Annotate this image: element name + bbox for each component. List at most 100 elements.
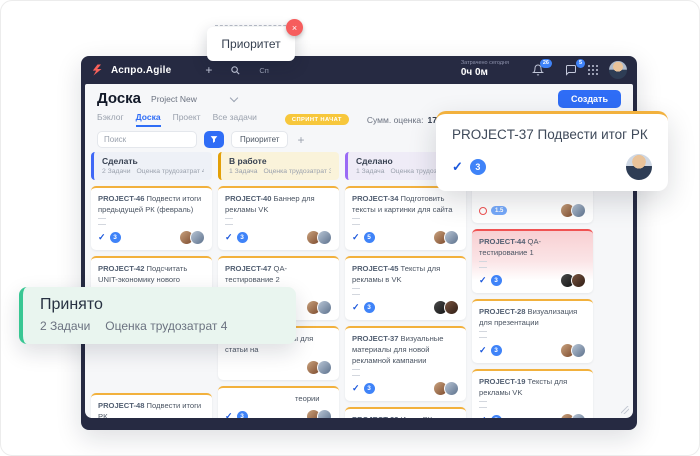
task-footer: ✓ 3 xyxy=(225,409,332,418)
task-id: PROJECT-23 xyxy=(352,415,398,418)
add-filter-button[interactable]: + xyxy=(297,134,304,146)
task-footer: ✓ 3 xyxy=(479,273,586,288)
task-card[interactable]: PROJECT-48 Подвести итоги РК✓3 xyxy=(91,393,212,418)
create-button[interactable]: Создать xyxy=(557,90,621,108)
checklist-count-badge: 5 xyxy=(490,415,502,418)
task-footer: ✓ 3 xyxy=(352,300,459,315)
priority-tooltip: Приоритет × xyxy=(207,19,303,61)
task-card[interactable]: PROJECT-44 QA-тестирование 1 ✓ 3 xyxy=(472,229,593,293)
time-tracker[interactable]: Затрачено сегодня 0ч 0м xyxy=(461,60,509,79)
task-title: PROJECT-28 Визуализация для презентации xyxy=(479,307,578,327)
task-footer: ✓ 3 xyxy=(479,343,586,358)
column-task-count: 1 Задача xyxy=(356,168,385,175)
filter-button[interactable] xyxy=(204,131,224,148)
task-id: PROJECT-40 xyxy=(225,194,272,203)
assignee-avatars xyxy=(560,273,586,288)
tab-backlog[interactable]: Бэклог xyxy=(97,112,124,127)
checklist-icon: ✓ xyxy=(479,275,487,285)
avatar xyxy=(317,230,332,245)
checklist-icon: ✓ xyxy=(352,302,360,312)
project-selector[interactable]: Project New xyxy=(151,93,239,104)
checklist-count-badge: 3 xyxy=(490,345,502,356)
task-title: PROJECT-46 Подвести итоги предыдущей РК … xyxy=(98,194,202,214)
task-footer: ✓ 3 xyxy=(352,381,459,396)
column-estimate: Оценка трудозатрат 3 xyxy=(263,168,331,175)
column-task-count: 1 Задача xyxy=(229,168,258,175)
avatar xyxy=(317,360,332,375)
tab-board[interactable]: Доска xyxy=(135,112,161,127)
assignee-avatars xyxy=(306,360,332,375)
checklist-icon: ✓ xyxy=(352,383,360,393)
tab-project[interactable]: Проект xyxy=(173,112,201,127)
search-input[interactable] xyxy=(97,131,197,148)
checklist-icon: ✓ xyxy=(225,411,233,418)
task-card[interactable]: PROJECT-19 Тексты для рекламы VK ✓5 xyxy=(472,369,593,418)
task-id: PROJECT-48 xyxy=(98,401,145,410)
brand-logo-icon xyxy=(91,64,103,76)
search-icon[interactable] xyxy=(230,65,241,76)
nav-partial-text: Сп xyxy=(259,65,269,75)
task-card[interactable]: теории ✓ 3 xyxy=(218,386,339,418)
column-title: Сделать xyxy=(102,156,138,166)
checklist-count-badge: 3 xyxy=(490,275,502,286)
task-title: теории xyxy=(295,394,320,403)
project-name: Project New xyxy=(151,94,197,104)
checklist-icon: ✓ xyxy=(98,232,106,242)
assignee-avatars xyxy=(433,300,459,315)
priority-tooltip-label: Приоритет xyxy=(221,37,281,51)
task-card[interactable]: PROJECT-37 Визуальные материалы для ново… xyxy=(345,326,466,401)
column-header[interactable]: Сделать 2 Задачи Оценка трудозатрат 4 xyxy=(91,152,212,180)
avatar xyxy=(190,230,205,245)
checklist-count-badge: 3 xyxy=(363,383,375,394)
task-card[interactable]: PROJECT-34 Подготовить тексты и картинки… xyxy=(345,186,466,250)
task-title: PROJECT-48 Подвести итоги РК xyxy=(98,401,202,418)
accepted-popup-meta: 2 Задачи Оценка трудозатрат 4 xyxy=(40,319,296,333)
checklist-count-badge: 5 xyxy=(363,232,375,243)
checklist-icon: ✓ xyxy=(352,232,360,242)
task-popup-footer: ✓ 3 xyxy=(452,154,652,180)
description-icon xyxy=(352,369,360,376)
task-card[interactable]: PROJECT-40 Баннер для рекламы VK ✓ 3 xyxy=(218,186,339,250)
task-id: PROJECT-42 xyxy=(98,264,145,273)
assignee-avatars xyxy=(306,230,332,245)
column-header[interactable]: В работе 1 Задача Оценка трудозатрат 3 xyxy=(218,152,339,180)
task-id: PROJECT-46 xyxy=(98,194,145,203)
assignee-avatars xyxy=(433,381,459,396)
priority-filter-chip[interactable]: Приоритет xyxy=(231,131,289,148)
task-title: PROJECT-23 Итоги РК xyxy=(352,414,459,418)
task-id: PROJECT-37 xyxy=(352,334,399,343)
close-icon[interactable]: × xyxy=(286,19,303,36)
description-icon xyxy=(225,218,233,225)
resize-handle-icon[interactable] xyxy=(621,406,629,414)
add-icon[interactable]: + xyxy=(205,64,212,76)
annotation-dashed-line xyxy=(215,25,291,26)
task-card[interactable]: PROJECT-46 Подвести итоги предыдущей РК … xyxy=(91,186,212,250)
task-title: PROJECT-47 QA-тестирование 2 xyxy=(225,264,288,284)
task-card[interactable]: PROJECT-28 Визуализация для презентации ✓… xyxy=(472,299,593,363)
task-card[interactable]: PROJECT-23 Итоги РК✓6 xyxy=(345,407,466,418)
navbar-right: Затрачено сегодня 0ч 0м 26 5 xyxy=(461,59,627,79)
checklist-count-badge: 3 xyxy=(236,232,248,243)
avatar xyxy=(571,273,586,288)
description-icon xyxy=(352,218,360,225)
task-footer: ✓5 xyxy=(479,413,586,418)
messages-icon[interactable]: 5 xyxy=(565,59,585,76)
brand-name[interactable]: Аспро.Agile xyxy=(111,65,171,76)
task-title: PROJECT-44 QA-тестирование 1 xyxy=(479,237,542,257)
avatar xyxy=(444,381,459,396)
column-meta: 1 Задача Оценка трудозатрат 3 xyxy=(229,168,331,175)
page-header: Доска Project New Создать xyxy=(85,84,633,108)
time-tracker-label: Затрачено сегодня xyxy=(460,60,509,67)
assignee-avatar[interactable] xyxy=(626,154,652,180)
accepted-task-count: 2 Задачи xyxy=(40,319,91,333)
task-card[interactable]: PROJECT-45 Тексты для рекламы в VK ✓ 3 xyxy=(345,256,466,320)
tab-all-tasks[interactable]: Все задачи xyxy=(213,112,257,127)
task-preview-popup[interactable]: PROJECT-37 Подвести итог РК ✓ 3 xyxy=(436,111,668,191)
apps-grid-icon[interactable] xyxy=(588,65,590,67)
alarm-icon xyxy=(479,206,487,215)
user-avatar[interactable] xyxy=(609,61,627,79)
accepted-column-popup: Принято 2 Задачи Оценка трудозатрат 4 xyxy=(19,287,296,344)
description-icon xyxy=(479,331,487,338)
notifications-bell-icon[interactable]: 26 xyxy=(532,59,552,76)
task-title: PROJECT-19 Тексты для рекламы VK xyxy=(479,377,568,397)
